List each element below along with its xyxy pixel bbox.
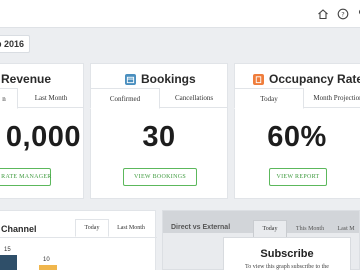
tab-direct-last-month[interactable]: Last M: [331, 220, 360, 238]
tab-label: Today: [84, 225, 100, 231]
bar-value-label: 10: [43, 257, 50, 263]
channel-panel: Channel Today Last Month 15 10: [0, 210, 157, 270]
tab-confirmed[interactable]: Confirmed: [90, 88, 160, 109]
tab-label: Today: [262, 226, 278, 232]
tab-label: Month Projection: [313, 94, 360, 102]
tab-label: Last Month: [117, 225, 145, 231]
tab-label: Cancellations: [174, 94, 214, 102]
tab-label: Today: [260, 94, 278, 103]
view-bookings-button[interactable]: VIEW BOOKINGS: [123, 168, 197, 186]
tab-month-projection[interactable]: Month Projection: [305, 88, 360, 108]
view-report-button[interactable]: VIEW REPORT: [269, 168, 327, 186]
tab-label: n: [2, 94, 6, 103]
occupancy-title-text: Occupancy Rate: [269, 72, 360, 86]
subscribe-box: Subscribe To view this graph subscribe t…: [223, 237, 351, 270]
direct-external-header: Direct vs External Today This Month Last…: [163, 211, 359, 238]
date-filter[interactable]: p 2016: [0, 35, 30, 53]
direct-external-title: Direct vs External: [171, 224, 231, 231]
subscribe-text: To view this graph subscribe to the: [245, 264, 329, 270]
user-icon[interactable]: [356, 8, 360, 20]
calendar-icon: [125, 73, 136, 85]
tab-label: This Month: [295, 226, 325, 232]
tab-channel-last-month[interactable]: Last Month: [111, 219, 151, 237]
building-icon: [253, 73, 264, 85]
revenue-title: Revenue: [1, 72, 83, 86]
tab-label: Last Month: [34, 94, 68, 102]
channel-title: Channel: [1, 224, 37, 234]
svg-text:?: ?: [341, 10, 344, 18]
occupancy-title: Occupancy Rate: [253, 72, 360, 86]
subscribe-title: Subscribe: [260, 248, 314, 260]
direct-external-panel: Direct vs External Today This Month Last…: [162, 210, 360, 270]
bookings-tabs: Confirmed Cancellations: [90, 88, 227, 109]
home-icon[interactable]: [317, 8, 329, 20]
channel-bar-1: [0, 255, 17, 270]
channel-chart: 15 10: [0, 237, 157, 270]
channel-bar-2: [39, 265, 57, 270]
rate-manager-button[interactable]: & RATE MANAGER: [0, 168, 51, 186]
tab-channel-today[interactable]: Today: [75, 219, 109, 237]
revenue-card: Revenue n Last Month 0,000 & RATE MANAGE…: [0, 63, 84, 199]
tab-label: Last M: [337, 226, 355, 232]
tab-today[interactable]: Today: [234, 88, 304, 109]
bookings-title-text: Bookings: [141, 72, 196, 86]
revenue-tabs: n Last Month: [0, 88, 83, 109]
bookings-value: 30: [142, 121, 176, 153]
tab-direct-today[interactable]: Today: [253, 220, 287, 238]
bookings-title: Bookings: [125, 72, 227, 86]
tab-direct-this-month[interactable]: This Month: [291, 220, 329, 238]
occupancy-card: Occupancy Rate Today Month Projection 60…: [234, 63, 360, 199]
tab-revenue-current[interactable]: n: [0, 88, 18, 109]
bar-value-label: 15: [4, 247, 11, 253]
occupancy-tabs: Today Month Projection: [234, 88, 360, 109]
help-icon[interactable]: ?: [337, 8, 349, 20]
tab-cancellations[interactable]: Cancellations: [161, 88, 227, 108]
tab-label: Confirmed: [109, 94, 141, 103]
occupancy-value: 60%: [267, 121, 327, 153]
top-bar: ?: [0, 0, 360, 28]
tab-revenue-last-month[interactable]: Last Month: [23, 88, 79, 108]
bookings-card: Bookings Confirmed Cancellations 30 VIEW…: [90, 63, 228, 199]
revenue-value: 0,000: [5, 121, 81, 153]
revenue-title-text: Revenue: [1, 72, 52, 86]
